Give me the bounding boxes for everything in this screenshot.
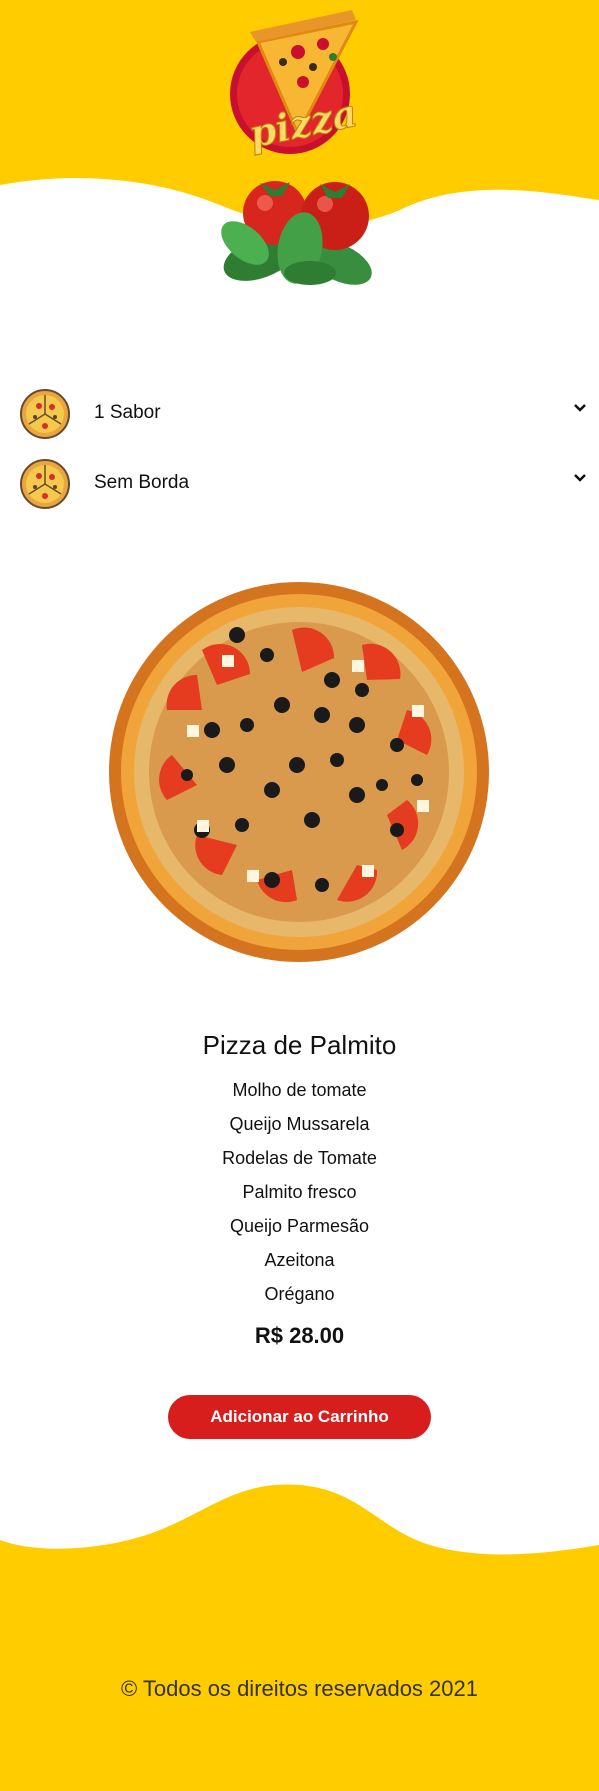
pizza-icon	[20, 389, 70, 439]
crust-label: Sem Borda	[94, 472, 190, 493]
pizza-image	[109, 582, 489, 962]
ingredient-item: Palmito fresco	[242, 1182, 357, 1202]
ingredient-item: Azeitona	[264, 1250, 335, 1270]
product-name: Pizza de Palmito	[202, 1030, 397, 1060]
chevron-down-icon[interactable]	[570, 468, 590, 488]
product-info: Pizza de Palmito Molho de tomate Queijo …	[0, 1030, 599, 1349]
ingredient-item: Molho de tomate	[232, 1080, 367, 1100]
pizza-icon	[20, 459, 70, 509]
product-price: R$ 28.00	[254, 1323, 345, 1348]
ingredient-item: Queijo Mussarela	[229, 1114, 370, 1134]
ingredients-list: Molho de tomate Queijo Mussarela Rodelas…	[0, 1073, 599, 1311]
tomatoes-basil-image	[221, 181, 372, 285]
ingredient-item: Queijo Parmesão	[229, 1216, 370, 1236]
crust-select[interactable]: Sem Borda	[0, 456, 599, 512]
footer-background	[0, 1484, 599, 1791]
ingredient-item: Rodelas de Tomate	[222, 1148, 377, 1168]
chevron-down-icon[interactable]	[570, 398, 590, 418]
flavor-label: 1 Sabor	[94, 402, 161, 423]
pizza-logo[interactable]: pizza	[228, 2, 373, 162]
add-to-cart-button[interactable]: Adicionar ao Carrinho	[168, 1395, 431, 1439]
copyright-text: © Todos os direitos reservados 2021	[120, 1676, 478, 1701]
flavor-select[interactable]: 1 Sabor	[0, 386, 599, 442]
ingredient-item: Orégano	[264, 1284, 335, 1304]
